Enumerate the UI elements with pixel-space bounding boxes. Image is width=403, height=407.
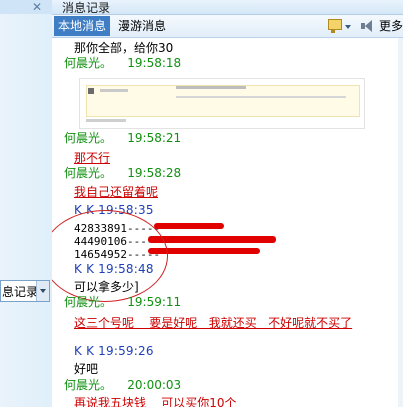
message-text: 那你全部，给你30 [74,41,174,55]
redaction-mark [154,223,224,229]
title-bar: 消息记录 [52,0,403,15]
message-header: 何晨光。 19:58:28 [64,166,181,180]
message-list: 那你全部，给你30 何晨光。 19:58:18 何晨光。 19:58:21 那不… [52,38,403,407]
tab-local-messages[interactable]: 本地消息 [54,16,111,36]
timestamp: 19:58:18 [127,56,182,70]
background-titlebar [0,0,52,14]
sender-name: 何晨光。 [64,131,113,145]
timestamp: 20:00:03 [127,378,182,392]
message-header: 何晨光。 20:00:03 [64,378,181,392]
message-text: 再说我五块钱 可以买你10个 [74,396,237,407]
sender-name: 何晨光。 [64,295,113,309]
sender-name: 何晨光。 [64,56,113,70]
background-window-strip: ✕ 息记录 [0,0,53,407]
history-select-value: 息记录 [2,284,36,299]
message-text: 我自己还留着呢 [74,185,159,199]
timestamp: 19:59:11 [127,295,182,309]
redaction-mark [148,236,276,243]
chevron-down-icon[interactable] [345,25,351,29]
chevron-down-icon[interactable] [36,281,49,301]
speaker-icon[interactable] [360,18,374,34]
message-header: 何晨光。 19:59:11 [64,295,181,309]
tab-roaming-messages[interactable]: 漫游消息 [114,16,170,36]
message-text: 这三个号呢 要是好呢 我就还买 不好呢就不买了 [74,316,353,330]
message-icon[interactable] [328,18,344,34]
image-thumbnail[interactable] [79,78,365,129]
message-header: 何晨光。 19:58:21 [64,131,181,145]
close-icon[interactable]: ✕ [30,0,44,14]
message-header: K K 19:59:26 [74,344,154,358]
message-log-panel: 消息记录 本地消息 漫游消息 更多 那你全部，给你30 何晨光。 19:58:1… [52,0,403,407]
timestamp: 19:59:26 [98,344,154,358]
message-text: 那不行 [74,151,111,165]
sender-name: K K [74,344,95,358]
sender-name: 何晨光。 [64,378,113,392]
message-text: 可以拿多少] [74,280,139,294]
scrollbar[interactable] [398,38,403,407]
toolbar: 本地消息 漫游消息 更多 [52,15,403,38]
timestamp: 19:58:21 [127,131,182,145]
message-header: 何晨光。 19:58:18 [64,56,181,70]
history-select[interactable]: 息记录 [0,280,50,302]
sender-name: 何晨光。 [64,166,113,180]
window-title: 消息记录 [62,1,111,15]
more-button[interactable]: 更多 [379,16,403,36]
message-text: 好吧 [74,362,99,376]
timestamp: 19:58:28 [127,166,182,180]
